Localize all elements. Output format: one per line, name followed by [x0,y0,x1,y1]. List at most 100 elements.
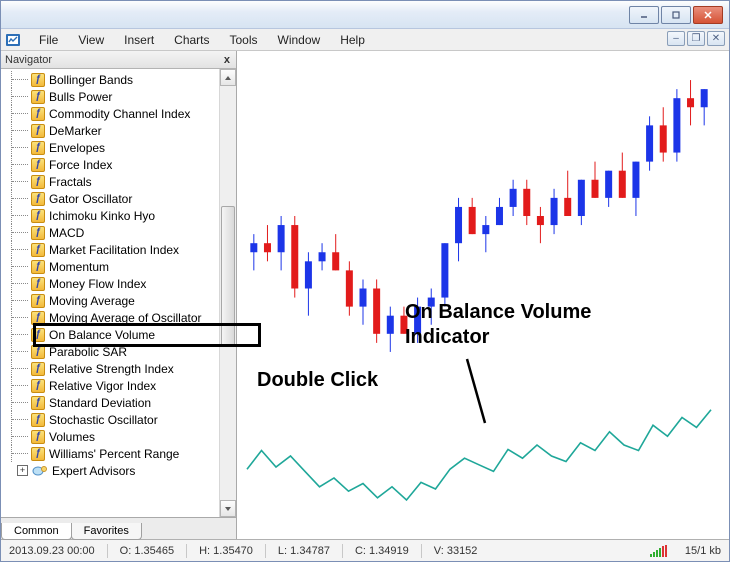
function-icon: ƒ [31,413,45,427]
indicator-label: Force Index [49,158,112,172]
indicator-label: Bollinger Bands [49,73,133,87]
function-icon: ƒ [31,294,45,308]
indicator-item[interactable]: ƒ Fractals [1,173,219,190]
navigator-scrollbar[interactable] [219,69,236,517]
menu-window[interactable]: Window [268,31,331,49]
mdi-window-buttons: – ❐ ✕ [667,31,725,46]
navigator-close-button[interactable]: x [222,54,232,66]
function-icon: ƒ [31,124,45,138]
tab-favorites[interactable]: Favorites [71,523,142,540]
menu-view[interactable]: View [68,31,114,49]
indicator-item[interactable]: ƒ Money Flow Index [1,275,219,292]
menu-charts[interactable]: Charts [164,31,219,49]
menu-tools[interactable]: Tools [220,31,268,49]
indicator-item[interactable]: ƒ Momentum [1,258,219,275]
app-icon [5,32,21,48]
navigator-title: Navigator [5,54,52,66]
indicator-item[interactable]: ƒ Moving Average [1,292,219,309]
status-close: C: 1.34919 [351,545,413,557]
indicator-item[interactable]: ƒ Force Index [1,156,219,173]
indicator-item[interactable]: ƒ Parabolic SAR [1,343,219,360]
function-icon: ƒ [31,192,45,206]
function-icon: ƒ [31,328,45,342]
indicator-item[interactable]: ƒ Commodity Channel Index [1,105,219,122]
indicator-item[interactable]: ƒ Bulls Power [1,88,219,105]
indicator-label: Fractals [49,175,92,189]
navigator-header: Navigator x [1,51,236,69]
status-low: L: 1.34787 [274,545,334,557]
indicator-item[interactable]: ƒRelative Strength Index [1,360,219,377]
tree-node-expert-advisors[interactable]: + Expert Advisors [1,462,219,479]
indicator-item[interactable]: ƒOn Balance Volume [1,326,219,343]
function-icon: ƒ [31,260,45,274]
navigator-tree[interactable]: ƒBollinger BandsƒBulls PowerƒCommodity C… [1,69,219,517]
window-close-button[interactable] [693,6,723,24]
menu-insert[interactable]: Insert [114,31,164,49]
tab-common[interactable]: Common [1,523,72,540]
indicator-label: MACD [49,226,84,240]
function-icon: ƒ [31,311,45,325]
indicator-label: Volumes [49,430,95,444]
indicator-label: Momentum [49,260,109,274]
indicator-item[interactable]: ƒ Gator Oscillator [1,190,219,207]
navigator-panel: Navigator x ƒBollinger BandsƒBulls Power… [1,51,237,539]
menu-help[interactable]: Help [330,31,375,49]
indicator-item[interactable]: ƒStochastic Oscillator [1,411,219,428]
mdi-close-button[interactable]: ✕ [707,31,725,46]
indicator-label: Ichimoku Kinko Hyo [49,209,155,223]
indicator-item[interactable]: ƒ MACD [1,224,219,241]
indicator-item[interactable]: ƒ Standard Deviation [1,394,219,411]
indicator-item[interactable]: ƒ DeMarker [1,122,219,139]
indicator-item[interactable]: ƒ Relative Vigor Index [1,377,219,394]
indicator-label: Gator Oscillator [49,192,132,206]
menu-file[interactable]: File [29,31,68,49]
function-icon: ƒ [31,396,45,410]
expand-icon[interactable]: + [17,465,28,476]
indicator-item[interactable]: ƒMarket Facilitation Index [1,241,219,258]
indicator-label: Commodity Channel Index [49,107,190,121]
chart-area[interactable]: Double Click On Balance Volume Indicator [237,51,729,539]
function-icon: ƒ [31,90,45,104]
indicator-label: Relative Vigor Index [49,379,156,393]
scroll-thumb[interactable] [221,206,235,346]
indicator-label: Standard Deviation [49,396,151,410]
connection-bars-icon [650,545,667,557]
indicator-item[interactable]: ƒ Moving Average of Oscillator [1,309,219,326]
indicator-item[interactable]: ƒBollinger Bands [1,71,219,88]
function-icon: ƒ [31,141,45,155]
function-icon: ƒ [31,447,45,461]
function-icon: ƒ [31,158,45,172]
status-connection: 15/1 kb [681,545,725,557]
scroll-up-button[interactable] [220,69,236,86]
window-minimize-button[interactable] [629,6,659,24]
indicator-item[interactable]: ƒ Volumes [1,428,219,445]
indicator-label: Parabolic SAR [49,345,127,359]
status-datetime: 2013.09.23 00:00 [5,545,99,557]
chart-canvas [237,51,729,519]
function-icon: ƒ [31,430,45,444]
menu-bar: File View Insert Charts Tools Window Hel… [1,29,729,51]
indicator-label: Bulls Power [49,90,112,104]
indicator-label: Money Flow Index [49,277,146,291]
function-icon: ƒ [31,107,45,121]
mdi-restore-button[interactable]: ❐ [687,31,705,46]
function-icon: ƒ [31,175,45,189]
function-icon: ƒ [31,362,45,376]
indicator-label: Market Facilitation Index [49,243,179,257]
function-icon: ƒ [31,345,45,359]
function-icon: ƒ [31,379,45,393]
indicator-label: DeMarker [49,124,102,138]
indicator-label: Moving Average of Oscillator [49,311,202,325]
indicator-item[interactable]: ƒIchimoku Kinko Hyo [1,207,219,224]
function-icon: ƒ [31,226,45,240]
status-open: O: 1.35465 [116,545,178,557]
function-icon: ƒ [31,277,45,291]
scroll-down-button[interactable] [220,500,236,517]
indicator-label: Envelopes [49,141,105,155]
scroll-track[interactable] [220,86,236,500]
window-maximize-button[interactable] [661,6,691,24]
indicator-label: Moving Average [49,294,135,308]
indicator-item[interactable]: ƒWilliams' Percent Range [1,445,219,462]
indicator-item[interactable]: ƒ Envelopes [1,139,219,156]
mdi-minimize-button[interactable]: – [667,31,685,46]
